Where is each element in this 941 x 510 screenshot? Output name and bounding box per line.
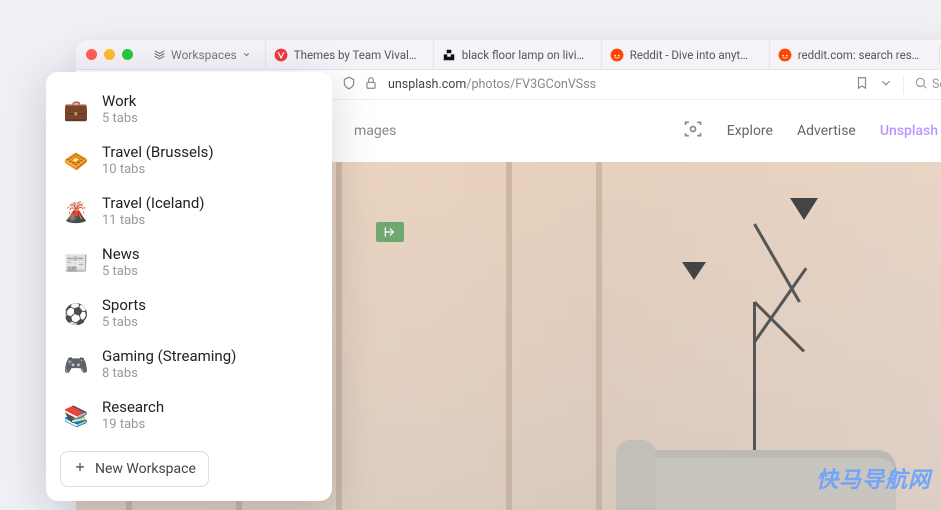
nav-link-explore[interactable]: Explore: [727, 123, 773, 139]
titlebar: Workspaces Themes by Team Vivaldi black …: [76, 40, 941, 70]
tab-0[interactable]: Themes by Team Vivaldi: [265, 40, 425, 69]
workspace-tab-count: 5 tabs: [102, 264, 140, 280]
workspace-name: Research: [102, 398, 164, 417]
vivaldi-icon: [274, 48, 288, 62]
lamp-graphic: [636, 192, 836, 452]
workspace-item-news[interactable]: 📰 News 5 tabs: [46, 237, 332, 288]
workspaces-label: Workspaces: [171, 48, 237, 62]
workspace-name: Sports: [102, 296, 146, 315]
workspace-item-work[interactable]: 💼 Work 5 tabs: [46, 84, 332, 135]
toolbar-search[interactable]: Se: [903, 76, 941, 94]
url-display[interactable]: unsplash.com/photos/FV3GConVSss: [388, 77, 596, 92]
gamepad-icon: 🎮: [64, 353, 88, 377]
sofa-graphic: [636, 450, 896, 510]
exit-sign-icon: [376, 222, 404, 242]
workspace-item-gaming[interactable]: 🎮 Gaming (Streaming) 8 tabs: [46, 339, 332, 390]
window-maximize-button[interactable]: [122, 49, 133, 60]
unsplash-icon: [442, 48, 456, 62]
tab-2[interactable]: Reddit - Dive into anything: [601, 40, 761, 69]
tab-title: black floor lamp on living r…: [462, 48, 585, 62]
bookmark-icon[interactable]: [855, 75, 869, 94]
tab-title: Themes by Team Vivaldi: [294, 48, 417, 62]
tab-title: reddit.com: search results: [798, 48, 921, 62]
new-workspace-button[interactable]: New Workspace: [60, 451, 209, 487]
plus-icon: [73, 460, 87, 478]
workspaces-icon: [153, 47, 166, 63]
newspaper-icon: 📰: [64, 251, 88, 275]
books-icon: 📚: [64, 404, 88, 428]
nav-link-advertise[interactable]: Advertise: [797, 123, 856, 139]
tab-1[interactable]: black floor lamp on living r…: [433, 40, 593, 69]
search-icon: [914, 76, 928, 94]
reddit-icon: [778, 48, 792, 62]
soccer-ball-icon: ⚽: [64, 302, 88, 326]
workspace-name: News: [102, 245, 140, 264]
workspace-item-research[interactable]: 📚 Research 19 tabs: [46, 390, 332, 441]
window-close-button[interactable]: [86, 49, 97, 60]
briefcase-icon: 💼: [64, 98, 88, 122]
workspace-tab-count: 19 tabs: [102, 417, 164, 433]
addressbar-left-icons: [342, 75, 378, 94]
nav-link-unsplash[interactable]: Unsplash: [880, 123, 938, 139]
new-workspace-label: New Workspace: [95, 461, 196, 477]
chevron-down-icon: [242, 48, 251, 62]
volcano-icon: 🌋: [64, 200, 88, 224]
workspaces-panel: 💼 Work 5 tabs 🧇 Travel (Brussels) 10 tab…: [46, 72, 332, 501]
workspace-name: Work: [102, 92, 138, 111]
chevron-down-icon[interactable]: [879, 75, 893, 94]
url-domain: unsplash.com: [388, 77, 466, 92]
workspace-tab-count: 8 tabs: [102, 366, 236, 382]
waffle-icon: 🧇: [64, 149, 88, 173]
reddit-icon: [610, 48, 624, 62]
workspace-item-travel-iceland[interactable]: 🌋 Travel (Iceland) 11 tabs: [46, 186, 332, 237]
shield-icon[interactable]: [342, 75, 356, 94]
visual-search-icon[interactable]: [683, 119, 703, 143]
tab-3[interactable]: reddit.com: search results: [769, 40, 929, 69]
workspace-tab-count: 11 tabs: [102, 213, 205, 229]
workspace-tab-count: 5 tabs: [102, 315, 146, 331]
lock-icon[interactable]: [364, 75, 378, 94]
tab-title: Reddit - Dive into anything: [630, 48, 753, 62]
workspace-tab-count: 5 tabs: [102, 111, 138, 127]
workspace-item-sports[interactable]: ⚽ Sports 5 tabs: [46, 288, 332, 339]
workspaces-button[interactable]: Workspaces: [147, 44, 257, 66]
url-path: /photos/FV3GConVSss: [466, 77, 596, 92]
workspace-name: Travel (Brussels): [102, 143, 214, 162]
toolbar-search-placeholder: Se: [932, 77, 941, 92]
window-minimize-button[interactable]: [104, 49, 115, 60]
workspace-name: Gaming (Streaming): [102, 347, 236, 366]
workspace-item-travel-brussels[interactable]: 🧇 Travel (Brussels) 10 tabs: [46, 135, 332, 186]
window-controls: [86, 49, 133, 60]
workspace-name: Travel (Iceland): [102, 194, 205, 213]
workspace-tab-count: 10 tabs: [102, 162, 214, 178]
